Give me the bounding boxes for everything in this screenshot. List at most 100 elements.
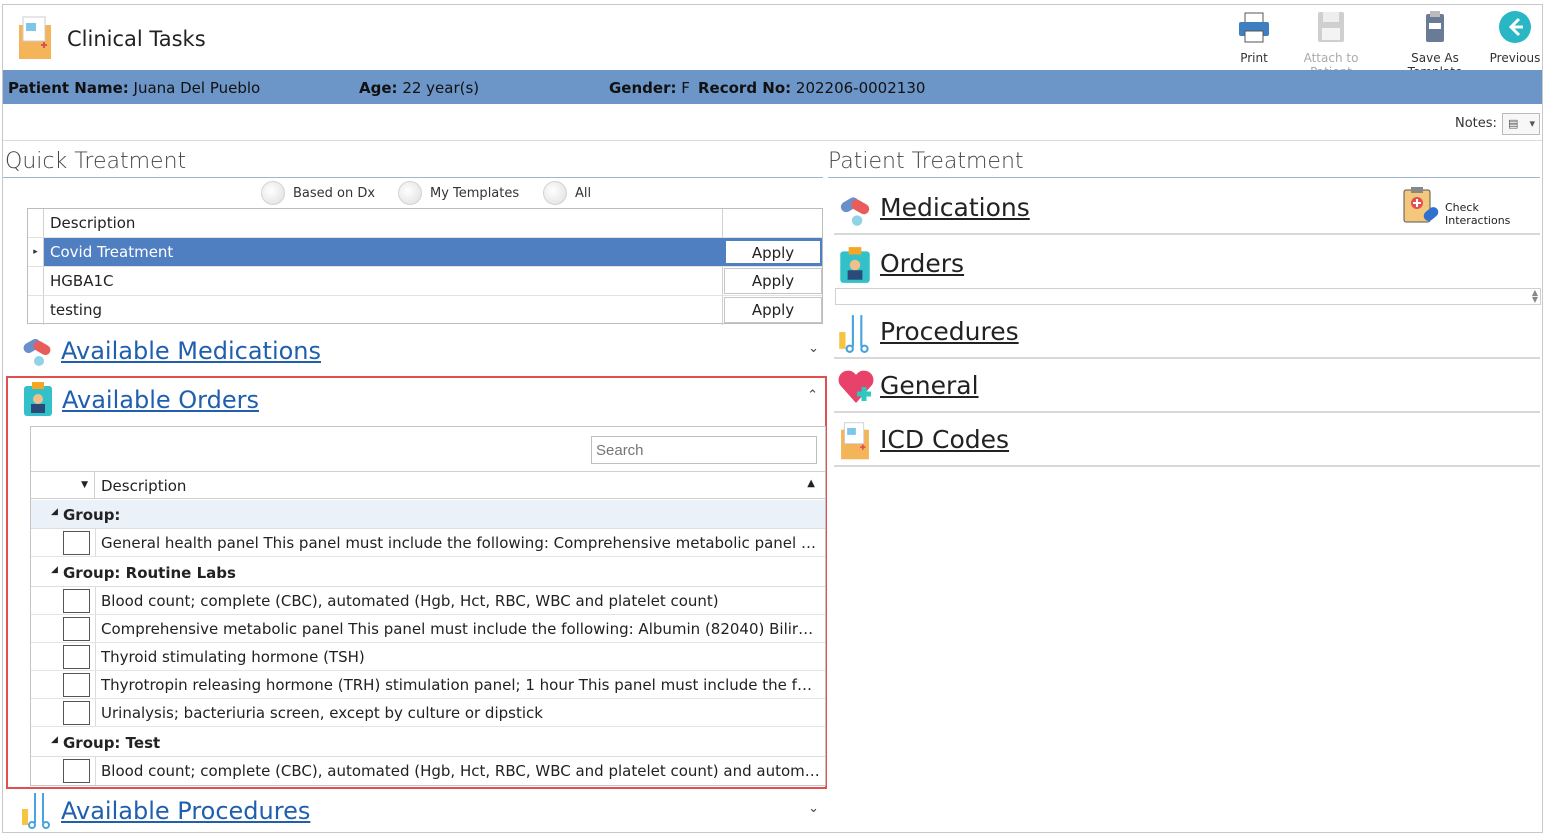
group-row[interactable]: ◢ Group: — [31, 500, 825, 529]
available-medications-section[interactable]: Available Medications ⌄ — [17, 331, 823, 371]
orders-grid: ▼ Description ▲ ◢ Group: General health p… — [30, 426, 826, 786]
previous-button[interactable]: Previous — [1487, 9, 1543, 65]
list-item[interactable]: Urinalysis; bacteriuria screen, except b… — [31, 699, 825, 727]
general-link[interactable]: General — [880, 371, 979, 400]
list-item[interactable]: Comprehensive metabolic panel This panel… — [31, 615, 825, 643]
patient-gender: Gender: F — [609, 79, 690, 97]
patient-orders-section[interactable]: Orders — [832, 239, 1542, 287]
clipboard-doctor-icon — [836, 245, 874, 285]
heart-plus-icon — [836, 367, 874, 407]
search-input[interactable] — [591, 436, 817, 464]
chevron-down-icon[interactable]: ⌄ — [808, 801, 819, 816]
apply-button[interactable]: Apply — [724, 268, 822, 294]
chevron-down-icon[interactable]: ⌄ — [808, 341, 819, 356]
table-row[interactable]: HGBA1C Apply — [28, 267, 822, 296]
chevron-up-icon[interactable]: ⌃ — [807, 388, 818, 403]
checkbox[interactable] — [63, 645, 90, 669]
pills-icon — [19, 331, 55, 369]
available-orders-panel: Available Orders ⌃ ▼ Description ▲ ◢ Grou… — [6, 376, 827, 789]
group-row[interactable]: ◢ Group: Test — [31, 728, 825, 757]
patient-procedures-section[interactable]: Procedures — [832, 307, 1542, 359]
medications-link[interactable]: Medications — [880, 193, 1030, 222]
apply-button[interactable]: Apply — [724, 297, 822, 323]
previous-label: Previous — [1489, 51, 1541, 65]
clipboard-doctor-icon — [20, 380, 56, 418]
orders-link[interactable]: Orders — [880, 249, 964, 278]
patient-name-label: Patient Name: — [8, 79, 129, 97]
available-orders-header[interactable]: Available Orders ⌃ — [18, 380, 824, 420]
checkbox[interactable] — [63, 701, 90, 725]
available-medications-link[interactable]: Available Medications — [61, 337, 321, 365]
row-indicator — [28, 267, 44, 295]
column-divider — [95, 757, 96, 785]
back-arrow-icon — [1497, 9, 1533, 45]
radio-all[interactable]: All — [543, 181, 591, 205]
divider — [828, 177, 1540, 178]
column-filter-dropdown[interactable]: ▼ — [31, 472, 95, 498]
quick-treatment-title: Quick Treatment — [5, 149, 187, 174]
record-label: Record No: — [698, 79, 792, 97]
row-indicator-header — [28, 209, 44, 237]
apply-button[interactable]: Apply — [724, 239, 822, 265]
group-label: Group: Test — [63, 734, 161, 752]
procedures-link[interactable]: Procedures — [880, 317, 1019, 346]
orders-scrollbar[interactable]: ▲ ▼ — [835, 288, 1541, 305]
order-description: Thyroid stimulating hormone (TSH) — [101, 648, 365, 666]
list-item[interactable]: General health panel This panel must inc… — [31, 529, 825, 557]
divider — [834, 233, 1540, 235]
page-title: Clinical Tasks — [67, 27, 206, 51]
row-description: testing — [50, 301, 103, 319]
list-item[interactable]: Thyrotropin releasing hormone (TRH) stim… — [31, 671, 825, 699]
checkbox[interactable] — [63, 589, 90, 613]
checkbox[interactable] — [63, 673, 90, 697]
pills-icon — [836, 189, 874, 229]
available-procedures-link[interactable]: Available Procedures — [61, 797, 310, 825]
group-row[interactable]: ◢ Group: Routine Labs — [31, 558, 825, 587]
order-description: Blood count; complete (CBC), automated (… — [101, 762, 821, 780]
column-divider — [95, 529, 96, 556]
collapse-triangle-icon[interactable]: ◢ — [51, 507, 58, 517]
order-description: Thyrotropin releasing hormone (TRH) stim… — [101, 676, 821, 694]
collapse-triangle-icon[interactable]: ◢ — [51, 565, 58, 575]
current-row-icon: ▸ — [28, 238, 44, 266]
icd-codes-link[interactable]: ICD Codes — [880, 425, 1009, 454]
notes-dropdown[interactable]: ▤ ▾ — [1502, 113, 1540, 135]
spinner-arrows-icon[interactable]: ▲ ▼ — [1532, 289, 1538, 304]
attach-to-patient-button[interactable]: Attach to Patient — [1283, 9, 1379, 79]
surgical-tools-icon — [19, 791, 55, 829]
checkbox[interactable] — [63, 531, 90, 555]
list-item[interactable]: Thyroid stimulating hormone (TSH) — [31, 643, 825, 671]
column-header-description[interactable]: Description — [101, 477, 186, 495]
list-item[interactable]: Blood count; complete (CBC), automated (… — [31, 757, 825, 785]
record-value: 202206-0002130 — [795, 79, 926, 97]
table-row[interactable]: testing Apply — [28, 296, 822, 325]
floppy-disk-icon — [1313, 9, 1349, 45]
patient-medications-section[interactable]: Medications — [832, 183, 1542, 235]
gender-label: Gender: — [609, 79, 677, 97]
available-orders-link[interactable]: Available Orders — [62, 386, 259, 414]
patient-general-section[interactable]: General — [832, 361, 1542, 413]
list-item[interactable]: Blood count; complete (CBC), automated (… — [31, 587, 825, 615]
sort-ascending-icon[interactable]: ▲ — [807, 478, 815, 489]
column-divider — [95, 699, 96, 726]
checkbox[interactable] — [63, 617, 90, 641]
row-indicator — [28, 296, 44, 325]
radio-based-on-dx[interactable]: Based on Dx — [261, 181, 375, 205]
patient-age: Age: 22 year(s) — [359, 79, 479, 97]
save-as-template-button[interactable]: Save As Template — [1385, 9, 1485, 79]
print-button[interactable]: Print — [1231, 9, 1277, 65]
radio-label: Based on Dx — [293, 185, 376, 201]
icd-document-icon — [836, 421, 874, 461]
available-procedures-section[interactable]: Available Procedures ⌄ — [17, 791, 823, 831]
divider — [834, 357, 1540, 359]
radio-my-templates[interactable]: My Templates — [398, 181, 519, 205]
collapse-triangle-icon[interactable]: ◢ — [51, 735, 58, 745]
patient-info-bar: Patient Name: Juana Del Pueblo Age: 22 y… — [3, 70, 1542, 104]
patient-icd-codes-section[interactable]: ICD Codes — [832, 415, 1542, 467]
checkbox[interactable] — [63, 759, 90, 783]
grid-header: ▼ Description ▲ — [31, 471, 825, 499]
print-label: Print — [1240, 51, 1268, 65]
surgical-tools-icon — [836, 313, 874, 353]
table-row[interactable]: ▸ Covid Treatment Apply — [28, 238, 822, 267]
group-label: Group: Routine Labs — [63, 564, 236, 582]
